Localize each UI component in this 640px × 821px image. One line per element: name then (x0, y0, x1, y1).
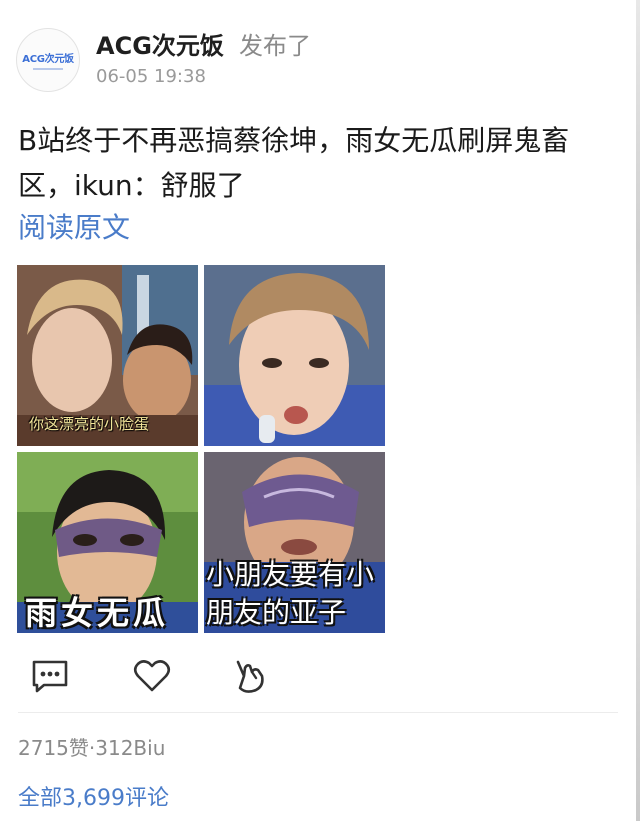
biu-hand-icon[interactable] (230, 656, 270, 696)
post-action-label: 发布了 (238, 32, 311, 60)
all-comments-link[interactable]: 全部3,699评论 (18, 780, 169, 812)
post-header: ACG次元饭 ACG次元饭 发布了 06-05 19:38 (16, 24, 616, 96)
heart-icon[interactable] (132, 656, 172, 696)
divider (18, 712, 618, 713)
image-tile-1[interactable]: 你这漂亮的小脸蛋 (17, 265, 198, 446)
avatar-logo-underline (33, 68, 63, 70)
image-tile-4[interactable]: 小朋友要有小朋友的亚子 (204, 452, 385, 633)
edge-strip (636, 0, 640, 821)
image-caption-4: 小朋友要有小朋友的亚子 (206, 558, 375, 629)
avatar-logo-text: ACG次元饭 (22, 54, 74, 65)
avatar[interactable]: ACG次元饭 (16, 28, 80, 92)
post-stats: 2715赞·312Biu (18, 736, 166, 760)
image-caption-1: 你这漂亮的小脸蛋 (29, 415, 150, 433)
comment-icon[interactable] (30, 656, 70, 696)
post-body-text: B站终于不再恶搞蔡徐坤，雨女无瓜刷屏鬼畜区，ikun：舒服了 (18, 124, 570, 202)
post-timestamp: 06-05 19:38 (96, 66, 206, 87)
image-caption-3: 雨女无瓜 (25, 594, 170, 632)
post-actions (30, 656, 330, 696)
read-original-link[interactable]: 阅读原文 (18, 206, 130, 246)
meme-image-man-closeup (204, 265, 385, 446)
image-tile-2[interactable] (204, 265, 385, 446)
image-tile-3[interactable]: 雨女无瓜 (17, 452, 198, 633)
author-name[interactable]: ACG次元饭 (96, 32, 224, 60)
author-line: ACG次元饭 发布了 (96, 26, 311, 61)
image-grid: 你这漂亮的小脸蛋 雨女无瓜 小朋友要有小朋友的亚子 (17, 265, 385, 633)
